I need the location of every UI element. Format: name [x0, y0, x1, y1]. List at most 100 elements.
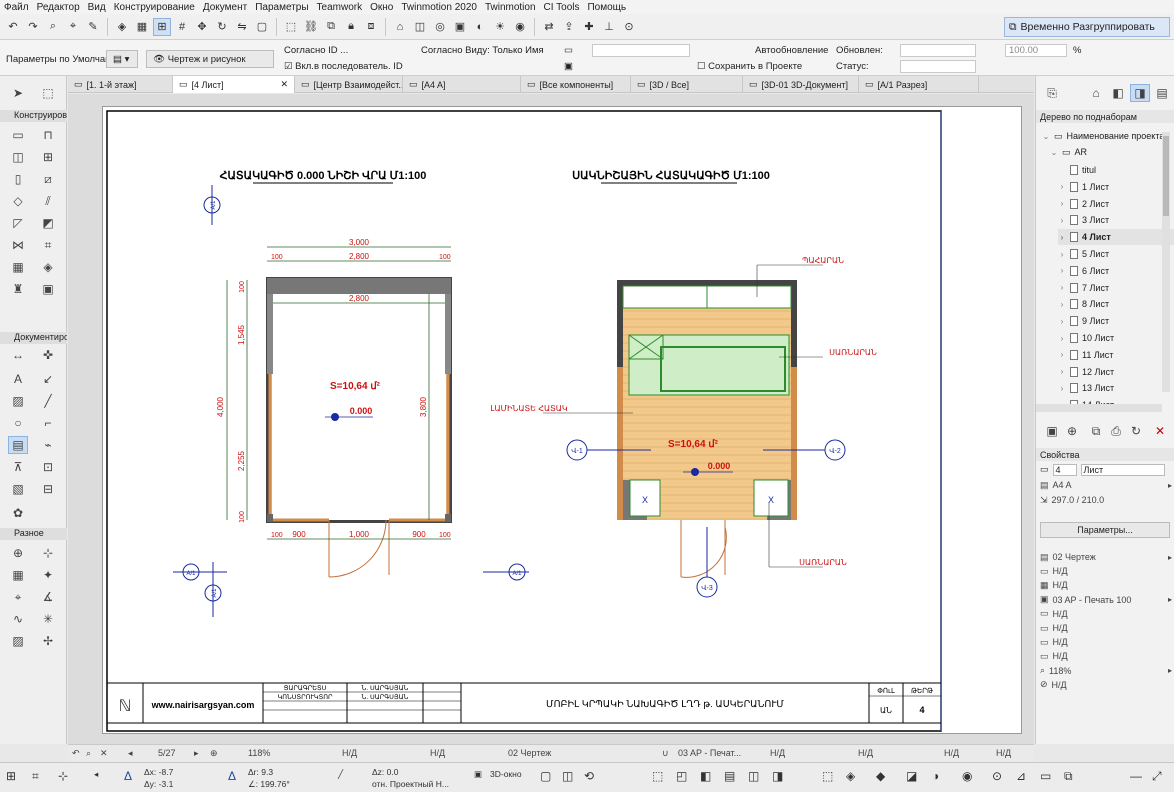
tree-item[interactable]: › 5 Лист [1058, 246, 1174, 262]
railing-tool-icon[interactable]: ⌗ [38, 236, 58, 254]
navigator-options-icon[interactable]: ⎘ [1042, 84, 1062, 102]
menu-item[interactable]: Teamwork [313, 2, 367, 13]
tree-item[interactable]: › 6 Лист [1058, 263, 1174, 279]
tree-item[interactable]: › 9 Лист [1058, 313, 1174, 329]
new-layout-icon[interactable]: ▣ [1042, 422, 1062, 440]
view-tab[interactable]: ▭ [4 Лист] ✕ [173, 76, 295, 93]
shell-tool-icon[interactable]: ◩ [38, 214, 58, 232]
menu-item[interactable]: Помощь [583, 2, 630, 13]
master-row[interactable]: ▤ A4 A ▸ [1036, 478, 1174, 492]
sun-icon[interactable]: ◑ [932, 769, 939, 783]
nd-field-2[interactable]: Н/Д [430, 748, 445, 758]
text-tool-icon[interactable]: A [8, 370, 28, 388]
publisher-icon[interactable]: ▤ [1152, 84, 1172, 102]
beam-tool-icon[interactable]: ▯ [8, 170, 28, 188]
explode-icon[interactable]: ⬚ [822, 769, 833, 783]
menu-item[interactable]: Файл [0, 2, 33, 13]
expand-icon[interactable]: ⤢ [1152, 769, 1162, 784]
menu-item[interactable]: Twinmotion [481, 2, 540, 13]
line-icon[interactable]: ╱ [338, 769, 343, 780]
nd-field-1[interactable]: Н/Д [342, 748, 357, 758]
camera-icon[interactable]: ◉ [962, 769, 972, 783]
measure-icon[interactable]: ⊥ [600, 18, 618, 36]
tree-item[interactable]: › 3 Лист [1058, 212, 1174, 228]
prev-page-icon[interactable]: ◂ [128, 748, 133, 759]
guide-icon[interactable]: ⌗ [32, 769, 39, 784]
sequential-checkbox[interactable]: ☑ Вкл.в последователь. ID [284, 61, 403, 72]
pen-set-combo[interactable]: 03 AP - Печат... [678, 748, 741, 758]
marquee-icon[interactable]: ◰ [676, 769, 687, 783]
grid-tool-icon[interactable]: ⊹ [38, 544, 58, 562]
fit-icon[interactable]: ⌕ [86, 748, 91, 759]
misc-section-header[interactable]: Разное [0, 528, 67, 540]
menu-item[interactable]: Редактор [33, 2, 84, 13]
zoom-icon[interactable]: ⊕ [210, 748, 218, 759]
new-subset-icon[interactable]: ⊕ [1062, 422, 1082, 440]
find-icon[interactable]: ⌕ [44, 18, 62, 36]
view-tab[interactable]: ▭ [A/1 Разрез] [859, 76, 979, 93]
lamp-tool-icon[interactable]: ▣ [38, 280, 58, 298]
cursor-icon[interactable]: ⊹ [58, 769, 68, 783]
link-icon[interactable]: ⛓ [302, 18, 320, 36]
drawing-tool-icon[interactable]: ▤ [8, 436, 28, 454]
publish-icon[interactable]: ⇪ [560, 18, 578, 36]
delete-icon[interactable]: ✕ [1150, 422, 1170, 440]
property-row[interactable]: ▦ Н/Д [1036, 578, 1174, 592]
object-tool-icon[interactable]: ⧄ [38, 170, 58, 188]
tree-item[interactable]: › 13 Лист [1058, 380, 1174, 396]
property-row[interactable]: ▤ 02 Чертеж ▸ [1036, 550, 1174, 564]
section-icon[interactable]: ◫ [411, 18, 429, 36]
column-tool-icon[interactable]: ◫ [8, 148, 28, 166]
tree-item[interactable]: titul [1058, 162, 1174, 178]
property-row[interactable]: ▭ Н/Д [1036, 564, 1174, 578]
tree-item[interactable]: › 11 Лист [1058, 347, 1174, 363]
mesh-tool-icon[interactable]: ⋈ [8, 236, 28, 254]
zone-tool-icon[interactable]: ♜ [8, 280, 28, 298]
window-tool-icon[interactable]: ⊞ [38, 148, 58, 166]
zoom-field[interactable]: 100.00 [1005, 44, 1067, 57]
parameters-button[interactable]: Параметры... [1040, 522, 1170, 538]
mode-select[interactable]: 👁︎ Чертеж и рисунок [146, 50, 274, 68]
undo-zoom-icon[interactable]: ↶ [72, 748, 80, 759]
hotspot-tool-icon[interactable]: ⊕ [8, 544, 28, 562]
target-icon[interactable]: ⊙ [992, 769, 1002, 783]
tree-item[interactable]: › 8 Лист [1058, 296, 1174, 312]
roof-tool-icon[interactable]: ◸ [8, 214, 28, 232]
curtain-wall-tool-icon[interactable]: ▦ [8, 258, 28, 276]
filter-icon[interactable]: ▤ [724, 769, 735, 783]
cutplane-icon[interactable]: ◧ [700, 769, 711, 783]
wall-tool-icon[interactable]: ▭ [8, 126, 28, 144]
paint-icon[interactable]: ◆ [876, 769, 885, 783]
compass-tool-icon[interactable]: ✢ [38, 632, 58, 650]
nd-field-4[interactable]: Н/Д [858, 748, 873, 758]
view-tab[interactable]: ▭ [Все компоненты] [521, 76, 631, 93]
tree-item[interactable]: › 4 Лист [1058, 229, 1174, 246]
teamwork-icon[interactable]: ⇄ [540, 18, 558, 36]
layout-book-icon[interactable]: ◨ [1130, 84, 1150, 102]
clone-icon[interactable]: ⧉ [1086, 422, 1106, 440]
sheet-id-field[interactable]: 4 [1052, 464, 1077, 476]
detail-icon[interactable]: ◎ [431, 18, 449, 36]
menu-item[interactable]: CI Tools [540, 2, 584, 13]
pick-icon[interactable]: ⌖ [64, 18, 82, 36]
elevation-tool-icon[interactable]: ⊡ [38, 458, 58, 476]
close-icon[interactable]: ✕ [100, 748, 108, 759]
markup-icon[interactable]: ✚ [580, 18, 598, 36]
detail-tool-icon[interactable]: ⊟ [38, 480, 58, 498]
light-icon[interactable]: ☀ [491, 18, 509, 36]
grid-icon[interactable]: ▦ [133, 18, 151, 36]
figure-tool-icon[interactable]: ▦ [8, 566, 28, 584]
layer-combo[interactable]: 02 Чертеж [508, 748, 551, 758]
spline-tool-icon[interactable]: ⌁ [38, 436, 58, 454]
camera-icon[interactable]: ◉ [511, 18, 529, 36]
orbit-icon[interactable]: ⟲ [584, 769, 594, 783]
close-tab-icon[interactable]: ✕ [280, 79, 288, 90]
arrow-tool-icon[interactable]: ➤ [8, 84, 28, 102]
tree-item[interactable]: › 10 Лист [1058, 330, 1174, 346]
save-in-project-checkbox[interactable]: ☐ Сохранить в Проекте [697, 61, 802, 72]
reference-level[interactable]: отн. Проектный Н... [372, 779, 449, 789]
elevation-icon[interactable]: ⌂ [391, 18, 409, 36]
line-tool-icon[interactable]: ╱ [38, 392, 58, 410]
sheet-name-field[interactable]: Лист [1080, 464, 1165, 476]
settings-dialog-button[interactable]: ▤ ▾ [106, 50, 138, 68]
